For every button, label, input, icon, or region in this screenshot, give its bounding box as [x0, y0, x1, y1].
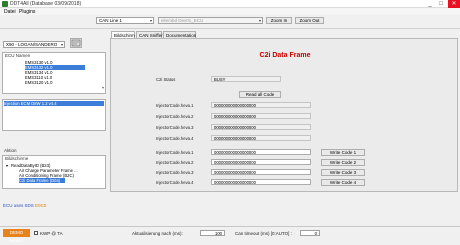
scan-icon	[71, 39, 81, 47]
read-label: InjectorCode.heva.3	[156, 125, 194, 130]
vehicle-select[interactable]: X90 - LOGAN/SANDERO ▾	[3, 41, 65, 48]
chevron-down-icon: ▾	[60, 42, 63, 47]
read-value: 000000000000000000	[211, 124, 311, 130]
write-input-2[interactable]: 000000000000000000	[211, 159, 311, 165]
screen-content: C2i Data Frame C2i Status BUSY Read all …	[110, 38, 458, 192]
ecu-list-header: ECU Namen	[5, 53, 31, 58]
kwp-label: KWP @ TA	[40, 231, 63, 236]
write-input-1[interactable]: 000000000000000000	[211, 149, 311, 155]
refresh-input[interactable]: 100	[200, 230, 225, 236]
screen-item-selected[interactable]: C2i Data Frame (D04)	[19, 178, 65, 183]
screens-tree: Bildschirme ▾ ReadDataByID (B23) Air Cha…	[2, 155, 106, 189]
device-value: elm/obd Dev01_ECU	[161, 18, 204, 23]
zoom-in-button[interactable]: Zoom In	[266, 17, 292, 24]
status-value: BUSY	[211, 76, 281, 82]
write-label: InjectorCode.heva.4	[156, 180, 194, 185]
read-value: 000000000000000000	[211, 102, 311, 108]
status-bar: DEMO MODE KWP @ TA Aktualisierung nach (…	[0, 227, 460, 243]
chevron-down-icon: ▾	[258, 18, 261, 23]
minimize-button[interactable]: _	[425, 0, 435, 8]
device-select[interactable]: elm/obd Dev01_ECU ▾	[158, 17, 263, 24]
window-title: DDT4All (Database 03/09/2018)	[10, 1, 82, 7]
write-label: InjectorCode.heva.3	[156, 170, 194, 175]
close-button[interactable]: ✕	[448, 0, 460, 8]
toolbar: CAN Line 1 ▾ elm/obd Dev01_ECU ▾ Zoom In…	[0, 15, 460, 29]
refresh-label: Aktualisierung nach (ms):	[132, 231, 183, 236]
vehicle-value: X90 - LOGAN/SANDERO	[6, 42, 58, 47]
screen-title: C2i Data Frame	[259, 52, 311, 59]
tree-expand-icon[interactable]: ▾	[6, 163, 8, 168]
log-text: ECU uses SDS	[3, 203, 34, 208]
write-code-1-button[interactable]: Write Code 1	[321, 149, 365, 156]
log-output: ECU uses SDS E0C0	[3, 203, 46, 208]
title-bar: DDT4All (Database 03/09/2018) _ □ ✕	[0, 0, 460, 8]
status-label: C2i Status	[156, 77, 176, 82]
scroll-down-icon[interactable]: ▾	[102, 85, 104, 90]
action-label: Aktion	[4, 148, 17, 153]
read-label: InjectorCode.heva.2	[156, 114, 194, 119]
write-input-4[interactable]: 000000000000000000	[211, 179, 311, 185]
can-line-select[interactable]: CAN Line 1 ▾	[96, 17, 154, 24]
write-input-3[interactable]: 000000000000000000	[211, 169, 311, 175]
ecu-scan-button[interactable]	[70, 38, 82, 48]
ecu-file-list: Injection ECM D8W 1.2 v4.4	[2, 99, 106, 131]
write-code-4-button[interactable]: Write Code 4	[321, 179, 365, 186]
write-label: InjectorCode.heva.2	[156, 160, 194, 165]
ecu-file-selected[interactable]: Injection ECM D8W 1.2 v4.4	[4, 101, 104, 106]
log-code: E0C0	[35, 203, 47, 208]
menu-bar: Datei Plugins	[0, 8, 460, 15]
tab-bildschirm[interactable]: Bildschirm	[111, 31, 135, 38]
read-label: InjectorCode.heva.4	[156, 136, 194, 141]
app-window: DDT4All (Database 03/09/2018) _ □ ✕ Date…	[0, 0, 460, 243]
can-timeout-input[interactable]: 0	[300, 230, 320, 236]
maximize-button[interactable]: □	[436, 0, 446, 8]
write-code-3-button[interactable]: Write Code 3	[321, 169, 365, 176]
app-icon	[2, 1, 8, 7]
chevron-down-icon: ▾	[149, 18, 152, 23]
ecu-item[interactable]: EMS3120 v1.0	[25, 80, 85, 85]
write-code-2-button[interactable]: Write Code 2	[321, 159, 365, 166]
tab-documentation[interactable]: Documentation	[163, 31, 196, 38]
read-value: 000000000000000000	[211, 113, 311, 119]
can-line-value: CAN Line 1	[99, 18, 123, 23]
read-label: InjectorCode.heva.1	[156, 103, 194, 108]
ecu-list: ECU Namen EMS3130 v1.0 EMS3132 v1.0 EMS3…	[2, 52, 106, 94]
tab-can-sniffer[interactable]: CAN Sniffer	[136, 31, 163, 38]
demo-mode-badge[interactable]: DEMO MODE	[3, 229, 30, 243]
kwp-checkbox[interactable]	[34, 231, 38, 235]
read-all-code-button[interactable]: Read all Code	[239, 91, 281, 98]
write-label: InjectorCode.heva.1	[156, 150, 194, 155]
screens-header: Bildschirme	[5, 156, 29, 161]
read-value: 000000000000000000	[211, 135, 311, 141]
can-timeout-label: Can timeout (ms) [0:AUTO] :	[235, 231, 292, 236]
zoom-out-button[interactable]: Zoom Out	[295, 17, 324, 24]
